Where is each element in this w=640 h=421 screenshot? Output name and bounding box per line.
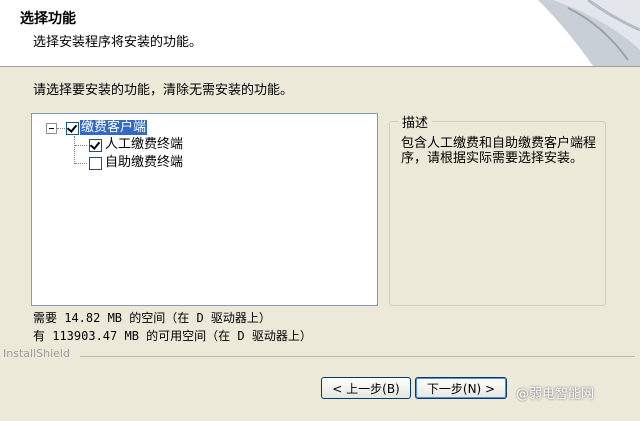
dialog-header: 选择功能 选择安装程序将安装的功能。 <box>0 0 640 67</box>
check-icon <box>66 122 78 133</box>
feature-root-label[interactable]: 缴费客户端 <box>80 120 148 135</box>
feature-tree[interactable]: 缴费客户端 人工缴费终端 自助缴费终端 <box>31 113 378 306</box>
feature-self-label[interactable]: 自助缴费终端 <box>104 155 184 170</box>
check-icon <box>89 139 101 150</box>
installer-banner-art <box>538 0 640 66</box>
footer-divider <box>80 356 635 357</box>
feature-checkbox-manual[interactable] <box>89 139 102 152</box>
back-button[interactable]: < 上一步(B) <box>321 377 411 399</box>
next-button[interactable]: 下一步(N) > <box>415 377 507 399</box>
description-legend: 描述 <box>398 112 433 131</box>
space-available-text: 有 113903.47 MB 的可用空间（在 D 驱动器上） <box>33 329 312 343</box>
page-subtitle: 选择安装程序将安装的功能。 <box>33 35 203 50</box>
description-text: 包含人工缴费和自助缴费客户端程序，请根据实际需要选择安装。 <box>401 136 597 166</box>
tree-connector <box>75 145 87 146</box>
instruction-text: 请选择要安装的功能，清除无需安装的功能。 <box>33 83 294 98</box>
tree-connector <box>57 128 65 129</box>
feature-manual-label[interactable]: 人工缴费终端 <box>104 137 184 152</box>
page-title: 选择功能 <box>20 11 76 27</box>
collapse-icon[interactable] <box>46 123 57 134</box>
watermark: @弱电智能网 <box>516 387 595 402</box>
tree-connector <box>74 136 75 164</box>
feature-checkbox-root[interactable] <box>66 122 79 135</box>
feature-checkbox-self[interactable] <box>89 157 102 170</box>
space-required-text: 需要 14.82 MB 的空间（在 D 驱动器上） <box>33 311 271 325</box>
installshield-brand: InstallShield <box>3 347 70 360</box>
tree-connector <box>75 163 87 164</box>
